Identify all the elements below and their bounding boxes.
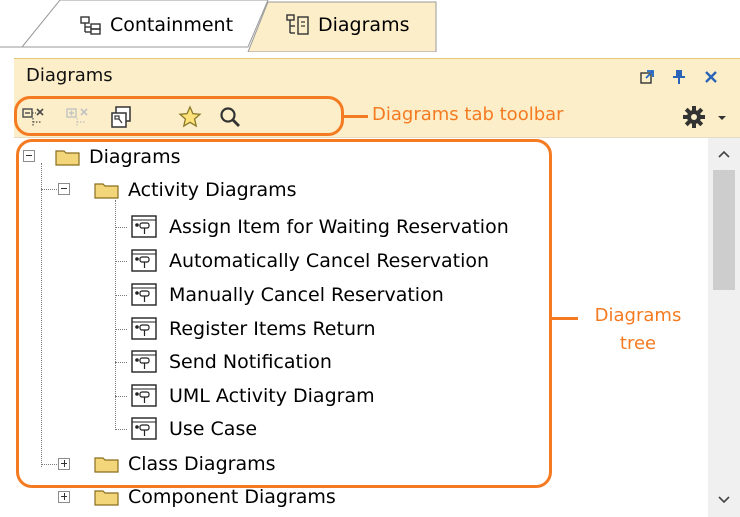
- tree-callout-line1: Diagrams: [594, 305, 682, 326]
- tree-item-label: Component Diagrams: [128, 486, 336, 508]
- tab-diagrams-label: Diagrams: [318, 14, 410, 36]
- scroll-down-icon[interactable]: [717, 492, 731, 506]
- pin-icon[interactable]: [670, 68, 688, 86]
- tree-callout-frame: [16, 139, 552, 488]
- tab-containment[interactable]: Containment: [80, 14, 233, 36]
- panel-title: Diagrams: [26, 65, 113, 86]
- toolbar-callout-label: Diagrams tab toolbar: [372, 104, 564, 125]
- tab-strip: Containment Diagrams: [0, 0, 740, 52]
- gear-icon[interactable]: [682, 105, 706, 129]
- tree-callout-line: [552, 317, 578, 320]
- panel-header: Diagrams: [14, 58, 740, 94]
- tree-callout-line2: tree: [619, 333, 657, 354]
- scroll-up-icon[interactable]: [717, 148, 731, 162]
- close-icon[interactable]: [702, 68, 720, 86]
- tree-scrollbar[interactable]: [708, 138, 740, 517]
- tab-containment-label: Containment: [110, 14, 234, 36]
- tree-callout-label: Diagrams tree: [582, 302, 694, 358]
- expander-expand[interactable]: [58, 491, 70, 503]
- containment-tree-icon: [80, 16, 101, 35]
- tab-diagrams[interactable]: Diagrams: [286, 14, 409, 36]
- scroll-thumb[interactable]: [713, 170, 735, 290]
- folder-icon: [94, 490, 119, 506]
- float-icon[interactable]: [638, 68, 656, 86]
- chevron-down-icon[interactable]: [710, 105, 734, 129]
- diagrams-tab-icon: [286, 14, 309, 35]
- toolbar-callout-frame: [14, 96, 344, 136]
- toolbar-callout-line: [344, 115, 368, 118]
